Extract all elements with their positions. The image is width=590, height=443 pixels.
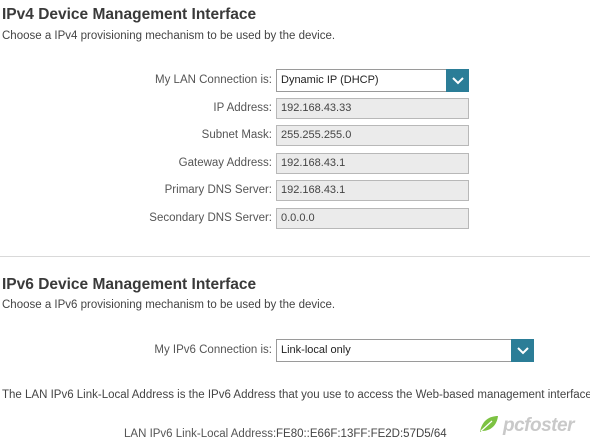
ipv4-connection-value: Dynamic IP (DHCP)	[281, 74, 379, 86]
chevron-down-icon[interactable]	[446, 69, 469, 92]
ipv6-description: Choose a IPv6 provisioning mechanism to …	[2, 299, 336, 311]
ipv4-description: Choose a IPv4 provisioning mechanism to …	[2, 30, 336, 42]
ipv4-title: IPv4 Device Management Interface	[2, 6, 257, 23]
ipv4-connection-label: My LAN Connection is:	[155, 74, 272, 86]
ipv4-connection-select[interactable]: Dynamic IP (DHCP)	[276, 69, 469, 92]
ipv6-connection-select[interactable]: Link-local only	[276, 339, 534, 362]
secondary-dns-label: Secondary DNS Server:	[149, 212, 272, 224]
watermark-text: pcfoster	[503, 415, 574, 436]
link-local-address-label: LAN IPv6 Link-Local Address:	[124, 428, 277, 440]
link-local-info-text: The LAN IPv6 Link-Local Address is the I…	[2, 389, 590, 401]
link-local-address-value: FE80::E66F:13FF:FE2D:57D5/64	[276, 428, 447, 440]
chevron-down-icon[interactable]	[511, 339, 534, 362]
subnet-mask-field[interactable]: 255.255.255.0	[276, 125, 469, 146]
ipv6-title: IPv6 Device Management Interface	[2, 276, 257, 293]
ip-address-label: IP Address:	[213, 102, 272, 114]
primary-dns-label: Primary DNS Server:	[164, 184, 272, 196]
secondary-dns-field[interactable]: 0.0.0.0	[276, 208, 469, 229]
primary-dns-field[interactable]: 192.168.43.1	[276, 180, 469, 201]
watermark: pcfoster	[478, 414, 588, 438]
section-divider	[0, 256, 590, 257]
ip-address-field[interactable]: 192.168.43.33	[276, 98, 469, 119]
ipv6-connection-label: My IPv6 Connection is:	[154, 344, 272, 356]
gateway-address-label: Gateway Address:	[178, 157, 272, 169]
ipv6-connection-value: Link-local only	[281, 344, 351, 356]
subnet-mask-label: Subnet Mask:	[201, 129, 272, 141]
gateway-address-field[interactable]: 192.168.43.1	[276, 153, 469, 174]
leaf-icon	[478, 414, 500, 439]
